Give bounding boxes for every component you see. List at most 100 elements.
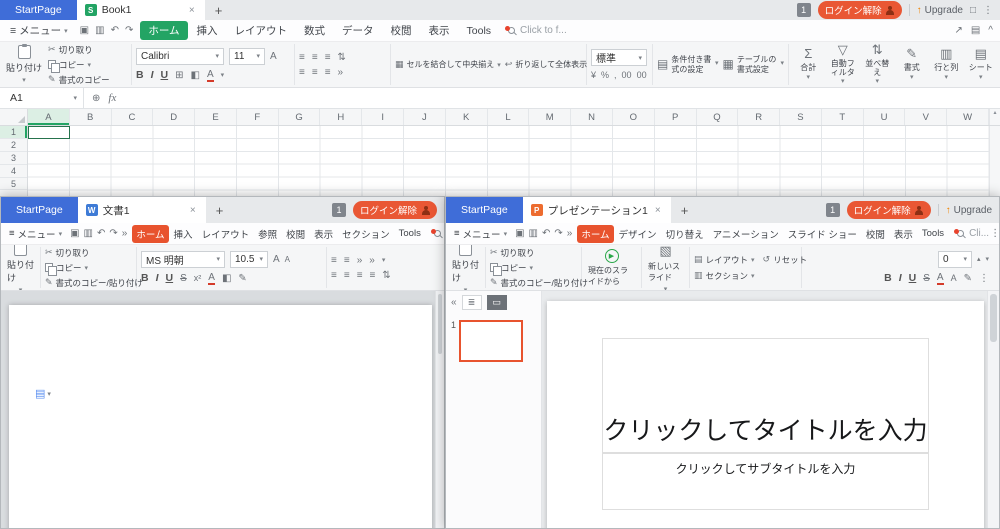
ribbon-tab-insert[interactable]: 挿入 <box>189 21 226 40</box>
percent-icon[interactable]: % <box>601 70 609 80</box>
copy-button[interactable]: コピー▾ <box>45 262 143 274</box>
ribbon-tab-animations[interactable]: アニメーション <box>709 225 783 243</box>
ribbon-search[interactable]: Cli... <box>957 228 989 239</box>
more-icon[interactable]: ⋮ <box>979 273 989 284</box>
document-area[interactable]: ▤ ▾ <box>1 291 444 528</box>
save-icon[interactable]: ▣ <box>515 228 524 239</box>
format-painter-button[interactable]: ✎書式のコピー/貼り付け <box>490 277 588 289</box>
orientation-icon[interactable]: ⇅ <box>338 52 346 63</box>
spinner-up-icon[interactable]: ▴ <box>977 255 981 263</box>
format-painter-button[interactable]: ✎書式のコピー/貼り付け <box>45 277 143 289</box>
column-header[interactable]: Q <box>697 109 739 125</box>
character-format-icon[interactable]: ✎ <box>964 273 972 284</box>
logout-button[interactable]: ログイン解除 <box>847 201 931 219</box>
column-header[interactable]: W <box>947 109 989 125</box>
ribbon-tab-review[interactable]: 校閲 <box>383 21 420 40</box>
ribbon-tab-home[interactable]: ホーム <box>577 225 613 243</box>
save-icon[interactable]: ▣ <box>80 25 89 36</box>
cut-button[interactable]: ✂切り取り <box>45 247 143 259</box>
column-header[interactable]: I <box>362 109 404 125</box>
share-icon[interactable]: ↗ <box>954 25 962 36</box>
row-header[interactable]: 4 <box>0 165 27 178</box>
line-spacing-icon[interactable]: ⇅ <box>382 270 390 281</box>
underline-button[interactable]: U <box>161 69 169 81</box>
tab-startpage[interactable]: StartPage <box>0 0 77 20</box>
restore-window-icon[interactable]: □ <box>970 5 976 16</box>
italic-button[interactable]: I <box>156 272 159 284</box>
tab-presentation1[interactable]: P プレゼンテーション1 × <box>523 197 671 223</box>
number-list-icon[interactable]: ≡ <box>344 255 350 266</box>
redo-icon[interactable]: ↷ <box>554 228 562 239</box>
character-format-icon[interactable]: ✎ <box>238 273 246 284</box>
redo-icon[interactable]: ↷ <box>125 25 133 36</box>
column-header[interactable]: R <box>738 109 780 125</box>
format-button[interactable]: ✎書式▾ <box>897 47 928 81</box>
section-button[interactable]: ▥セクション▾ <box>694 270 755 282</box>
column-header[interactable]: N <box>571 109 613 125</box>
bullet-list-icon[interactable]: ≡ <box>331 255 337 266</box>
ribbon-tab-slideshow[interactable]: スライド ショー <box>784 225 861 243</box>
indent-icon[interactable]: » <box>338 67 344 78</box>
format-painter-button[interactable]: ✎書式のコピー <box>48 74 110 86</box>
ribbon-tab-tools[interactable]: Tools <box>459 23 500 39</box>
vertical-scrollbar[interactable] <box>435 291 444 528</box>
column-header[interactable]: K <box>446 109 488 125</box>
sheet-button[interactable]: ▤シート▾ <box>966 47 997 81</box>
align-right-icon[interactable]: ≡ <box>357 270 363 281</box>
tab-book1[interactable]: S Book1 × <box>77 0 205 20</box>
paste-button[interactable]: 貼り付け ▾ <box>450 245 481 291</box>
align-bottom-icon[interactable]: ≡ <box>325 52 331 63</box>
new-tab-button[interactable]: + <box>671 197 699 223</box>
print-icon[interactable]: ▥ <box>529 228 538 239</box>
layout-button[interactable]: ▤レイアウト▾ <box>694 254 755 266</box>
grow-font-icon[interactable]: A <box>273 254 280 265</box>
ribbon-search[interactable]: Click to f... <box>508 25 567 36</box>
ribbon-tab-tools[interactable]: Tools <box>395 226 425 241</box>
font-size-select[interactable]: 11▾ <box>229 48 265 65</box>
new-tab-button[interactable]: + <box>205 0 233 20</box>
ribbon-tab-formulas[interactable]: 数式 <box>296 21 333 40</box>
scroll-up-arrow[interactable]: ▴ <box>989 109 1000 125</box>
row-header[interactable]: 1 <box>0 126 27 139</box>
slide-canvas[interactable]: クリックしてタイトルを入力 クリックしてサブタイトルを入力 <box>547 301 984 528</box>
slides-view-toggle[interactable]: ▭ <box>487 295 507 310</box>
paste-button[interactable]: 貼り付け ▾ <box>5 245 36 291</box>
close-tab-icon[interactable]: × <box>653 205 663 216</box>
ribbon-tab-layout[interactable]: レイアウト <box>227 21 296 40</box>
bold-button[interactable]: B <box>141 272 149 284</box>
align-middle-icon[interactable]: ≡ <box>312 52 318 63</box>
column-header[interactable]: T <box>822 109 864 125</box>
format-as-table-button[interactable]: ▦ テーブルの書式設定 ▾ <box>723 55 785 74</box>
cut-button[interactable]: ✂切り取り <box>490 247 588 259</box>
upgrade-button[interactable]: ↑ Upgrade <box>946 205 992 216</box>
play-from-current-button[interactable]: ▶ 現在のスライドから <box>586 249 637 287</box>
page-tool-button[interactable]: ▤ ▾ <box>35 387 51 400</box>
ribbon-tab-section[interactable]: セクション <box>338 225 394 243</box>
column-header[interactable]: H <box>320 109 362 125</box>
column-header[interactable]: U <box>864 109 906 125</box>
copy-button[interactable]: コピー▾ <box>490 262 588 274</box>
increase-indent-icon[interactable]: » <box>369 255 375 266</box>
ribbon-tab-layout[interactable]: レイアウト <box>198 225 254 243</box>
ribbon-tab-review[interactable]: 校閲 <box>282 225 309 243</box>
ribbon-tab-tools[interactable]: Tools <box>918 226 948 241</box>
undo-icon[interactable]: ↶ <box>97 228 105 239</box>
spinner-down-icon[interactable]: ▾ <box>985 255 989 263</box>
column-header[interactable]: J <box>404 109 446 125</box>
print-icon[interactable]: ▥ <box>95 25 104 36</box>
autofilter-button[interactable]: ▽自動フィルタ▾ <box>828 43 859 86</box>
ribbon-tab-view[interactable]: 表示 <box>421 21 458 40</box>
borders-icon[interactable]: ⊞ <box>175 70 183 81</box>
title-placeholder[interactable]: クリックしてタイトルを入力 <box>602 338 930 453</box>
column-header[interactable]: L <box>488 109 530 125</box>
logout-button[interactable]: ログイン解除 <box>353 201 437 219</box>
tab-document1[interactable]: W 文書1 × <box>78 197 206 223</box>
shrink-font-icon[interactable]: A <box>285 255 290 264</box>
ribbon-tab-references[interactable]: 参照 <box>254 225 281 243</box>
sum-button[interactable]: Σ合計▾ <box>793 47 824 81</box>
more-commands-icon[interactable]: » <box>567 228 573 239</box>
document-page[interactable] <box>9 305 432 528</box>
logout-button[interactable]: ログイン解除 <box>818 1 902 19</box>
column-header[interactable]: V <box>905 109 947 125</box>
shrink-font-icon[interactable]: A <box>951 273 957 283</box>
